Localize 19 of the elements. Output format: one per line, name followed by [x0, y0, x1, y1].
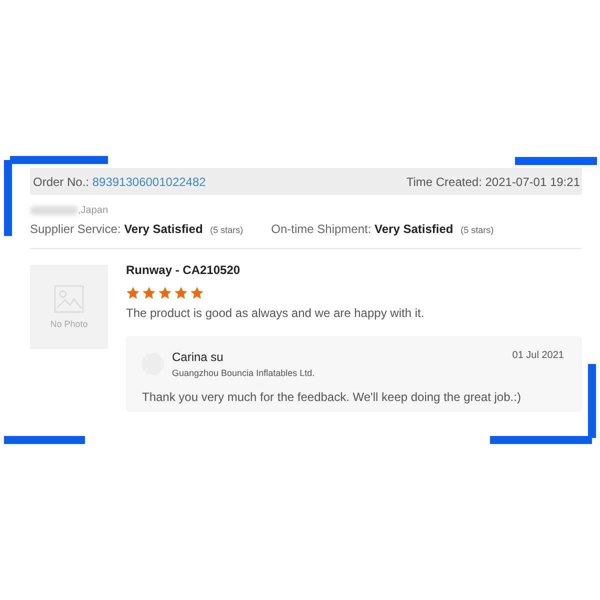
reply-date: 01 Jul 2021	[512, 350, 564, 361]
star-icon	[142, 286, 156, 300]
star-icon	[158, 286, 172, 300]
star-icon	[174, 286, 188, 300]
company-name: Guangzhou Bouncia Inflatables Ltd.	[172, 368, 316, 378]
rating-text: Supplier Service: Very Satisfied (5 stars)	[30, 222, 244, 236]
review-comment: The product is good as always and we are happy with it.	[126, 306, 426, 320]
rating-text: On-time Shipment: Very Satisfied (5 stars)	[271, 222, 494, 236]
star-icon	[126, 286, 140, 300]
product-name: Runway - CA210520	[126, 263, 242, 277]
buyer-location: ,Japan	[78, 205, 108, 216]
blurred-name	[30, 206, 78, 215]
reply-author: Carina su	[172, 350, 224, 364]
time-created: Time Created: 2021-07-01 19:21	[406, 174, 580, 188]
order-link[interactable]: 89391306001022482	[92, 174, 206, 188]
reply-text: Thank you very much for the feedback. We'll keep doing the great job.:)	[142, 390, 522, 404]
no-photo-text: No Photo	[50, 319, 88, 329]
star-icon	[190, 286, 204, 300]
order-number: Order No.: 89391306001022482	[33, 174, 206, 188]
